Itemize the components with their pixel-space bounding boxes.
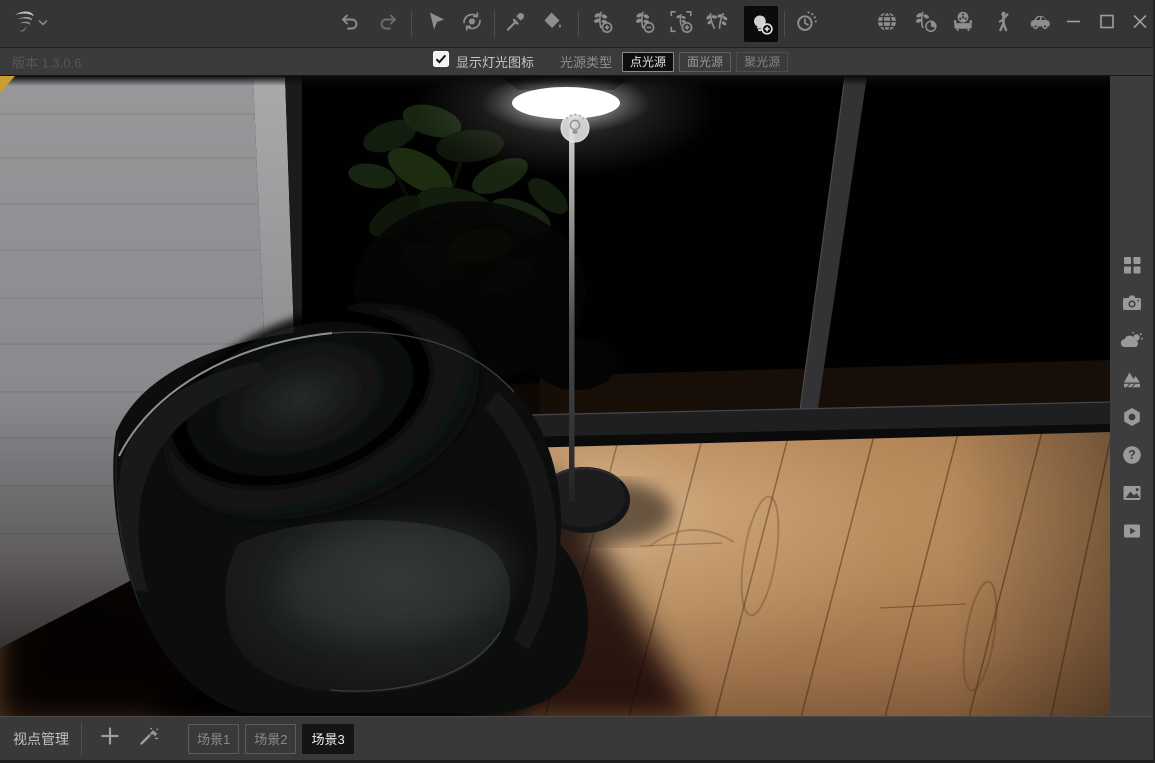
ceiling-shadow: [0, 76, 1112, 86]
swirl-logo-icon[interactable]: [10, 7, 36, 40]
magic-wand-button[interactable]: [138, 725, 160, 752]
plant-remove-tool-button[interactable]: [630, 8, 656, 39]
right-sidebar: ?: [1110, 76, 1153, 716]
sun-time-tool-button[interactable]: [793, 8, 819, 39]
screenshot-button[interactable]: [1121, 482, 1143, 504]
version-label: 版本 1.3.0.6: [12, 52, 81, 71]
toolbar-separator: [494, 11, 495, 37]
scene-tab-3[interactable]: 场景3: [302, 724, 353, 754]
globe-tool-button[interactable]: [874, 8, 900, 39]
show-light-icons-label[interactable]: 显示灯光图标: [456, 52, 534, 71]
layout-grid-button[interactable]: [1121, 254, 1143, 276]
minimize-button[interactable]: [1064, 11, 1084, 36]
settings-nut-button[interactable]: [1121, 406, 1143, 428]
light-type-area-button[interactable]: 面光源: [679, 52, 731, 72]
toolbar-separator: [411, 11, 412, 37]
titlebar: [0, 0, 1153, 48]
viewport-3d-scene[interactable]: [0, 76, 1112, 716]
bottom-bar: 视点管理 场景1 场景2 场景3: [0, 716, 1153, 763]
light-type-point-button[interactable]: 点光源: [622, 52, 674, 72]
add-viewpoint-button[interactable]: [100, 726, 120, 751]
eyedropper-tool-button[interactable]: [504, 9, 528, 38]
plant-analysis-tool-button[interactable]: [912, 8, 938, 39]
app-window: 版本 1.3.0.6 显示灯光图标 光源类型 点光源 面光源 聚光源: [0, 0, 1155, 763]
terrain-button[interactable]: [1121, 368, 1143, 390]
bottombar-separator: [81, 722, 82, 756]
options-bar: 版本 1.3.0.6 显示灯光图标 光源类型 点光源 面光源 聚光源: [0, 48, 1153, 76]
light-type-label: 光源类型: [560, 52, 612, 71]
toolbar-separator: [784, 11, 785, 37]
undo-button[interactable]: [338, 9, 362, 38]
light-add-tool-button-active[interactable]: [744, 6, 778, 42]
close-button[interactable]: [1130, 11, 1150, 36]
plant-add-tool-button[interactable]: [588, 8, 614, 39]
plant-brush-tool-button[interactable]: [704, 8, 730, 39]
light-bulb-badge[interactable]: [561, 114, 589, 142]
help-button[interactable]: ?: [1121, 444, 1143, 466]
viewport-3d[interactable]: ?: [0, 76, 1153, 716]
light-type-spot-button[interactable]: 聚光源: [736, 52, 788, 72]
toolbar-separator: [578, 11, 579, 37]
camera-button[interactable]: [1121, 292, 1143, 314]
viewpoint-management-label[interactable]: 视点管理: [13, 729, 69, 749]
redo-button[interactable]: [376, 9, 400, 38]
scene-tab-1[interactable]: 场景1: [188, 724, 239, 754]
scene-tab-2[interactable]: 场景2: [245, 724, 296, 754]
help-glyph: ?: [1128, 448, 1136, 462]
furniture-tool-button[interactable]: [950, 8, 976, 39]
character-tool-button[interactable]: [990, 8, 1014, 39]
weather-button[interactable]: [1120, 330, 1144, 352]
select-tool-button[interactable]: [424, 9, 448, 38]
plant-area-add-tool-button[interactable]: [668, 8, 694, 39]
maximize-button[interactable]: [1097, 11, 1117, 36]
show-light-icons-checkbox[interactable]: [433, 51, 449, 72]
scene-tabs: 场景1 场景2 场景3: [182, 724, 354, 754]
paint-bucket-tool-button[interactable]: [540, 9, 564, 38]
orbit-tool-button[interactable]: [460, 9, 484, 38]
video-button[interactable]: [1121, 520, 1143, 542]
chevron-down-icon[interactable]: [38, 18, 48, 29]
vehicle-tool-button[interactable]: [1026, 8, 1054, 39]
